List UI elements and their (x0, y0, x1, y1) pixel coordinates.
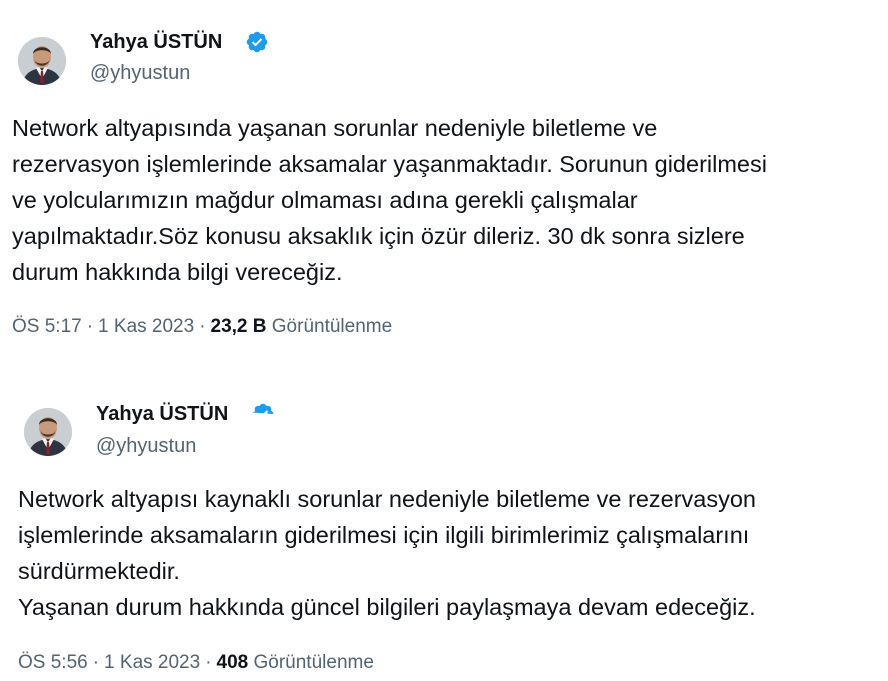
separator-dot: · (86, 316, 94, 337)
tweet-text: Network altyapısında yaşanan sorunlar ne… (12, 115, 767, 285)
views-label: Görüntülenme (271, 316, 393, 337)
author-handle[interactable]: @yhyustun (90, 61, 190, 85)
tweet-time[interactable]: ÖS 5:56 (18, 652, 88, 673)
tweet-meta: ÖS 5:56 · 1 Kas 2023 · 408 Görüntülenme (18, 651, 374, 675)
author-handle[interactable]: @yhyustun (96, 434, 196, 458)
view-count: 408 (216, 652, 249, 673)
views-label: Görüntülenme (253, 652, 374, 673)
author-name[interactable]: Yahya ÜSTÜN (96, 402, 228, 426)
verified-badge-icon (246, 31, 268, 53)
verified-badge-icon (252, 403, 274, 419)
tweet-text: Network altyapısı kaynaklı sorunlar nede… (18, 486, 756, 620)
separator-dot: · (205, 652, 212, 673)
tweet-date[interactable]: 1 Kas 2023 (98, 316, 194, 337)
tweet-meta: ÖS 5:17 · 1 Kas 2023 · 23,2 B Görüntülenme (12, 315, 392, 339)
tweet-time[interactable]: ÖS 5:17 (12, 316, 82, 337)
separator-dot: · (92, 652, 100, 673)
tweet[interactable]: Yahya ÜSTÜN @yhyustun Network altyapısın… (0, 0, 888, 368)
author-name[interactable]: Yahya ÜSTÜN (90, 30, 222, 54)
tweet-date[interactable]: 1 Kas 2023 (104, 652, 200, 673)
separator-dot: · (199, 316, 206, 337)
author-avatar[interactable] (24, 408, 72, 456)
view-count: 23,2 B (210, 316, 267, 337)
author-avatar[interactable] (18, 37, 66, 85)
tweet[interactable]: Yahya ÜSTÜN @yhyustun Network altyapısı … (0, 380, 888, 681)
